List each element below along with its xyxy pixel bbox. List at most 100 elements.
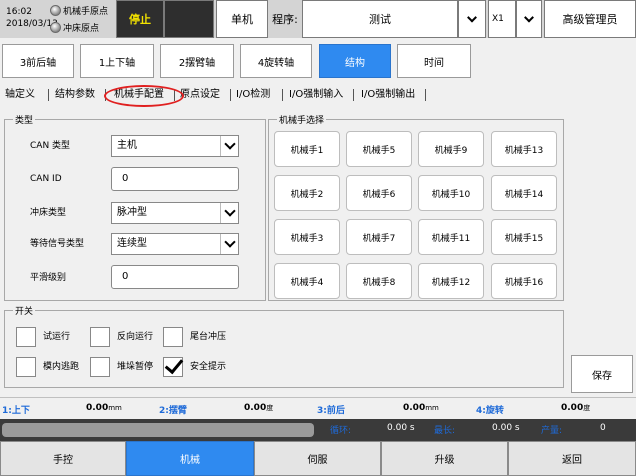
- stack-pause-checkbox[interactable]: [90, 357, 110, 377]
- max-time-label: 最长:: [434, 426, 456, 436]
- sub-tab-bar: 轴定义 结构参数 机械手配置 原点设定 I/O检测 I/O强制输入 I/O强制输…: [0, 84, 636, 106]
- robot-select-button[interactable]: 机械手15: [491, 219, 557, 255]
- robot-select-group-title: 机械手选择: [277, 113, 327, 126]
- subtab-io-force-output[interactable]: I/O强制输出: [361, 87, 415, 103]
- switch-group: 开关: [4, 304, 564, 388]
- chevron-down-icon: [220, 136, 238, 156]
- robot-select-button[interactable]: 机械手14: [491, 175, 557, 211]
- robot-select-button[interactable]: 机械手8: [346, 263, 412, 299]
- in-mold-escape-checkbox[interactable]: [16, 357, 36, 377]
- subtab-io-detect[interactable]: I/O检测: [236, 87, 270, 103]
- robot-select-button[interactable]: 机械手12: [418, 263, 484, 299]
- nav-servo[interactable]: 伺服: [254, 441, 381, 476]
- press-type-select[interactable]: 脉冲型: [111, 202, 239, 224]
- nav-back[interactable]: 返回: [508, 441, 636, 476]
- run-state-badge: 停止: [116, 0, 164, 38]
- robot-select-button[interactable]: 机械手13: [491, 131, 557, 167]
- mode-button[interactable]: 单机: [216, 0, 268, 38]
- clock: 16:02 2018/03/13: [0, 0, 58, 38]
- nav-upgrade[interactable]: 升级: [381, 441, 508, 476]
- type-group-title: 类型: [13, 113, 36, 126]
- safety-prompt-label: 安全提示: [190, 362, 227, 372]
- reverse-run-label: 反向运行: [117, 332, 154, 342]
- coord-axis4-value: 0.00度: [561, 403, 591, 413]
- status-blank-cell: [164, 0, 214, 38]
- stack-pause-label: 堆垛暂停: [117, 362, 154, 372]
- coord-axis2-value: 0.00度: [244, 403, 274, 413]
- subtab-io-force-input[interactable]: I/O强制输入: [289, 87, 343, 103]
- robot-select-button[interactable]: 机械手1: [274, 131, 340, 167]
- press-origin-label: 冲床原点: [63, 24, 100, 34]
- robot-origin-label: 机械手原点: [63, 7, 109, 17]
- press-type-label: 冲床类型: [30, 208, 67, 218]
- save-button[interactable]: 保存: [571, 355, 633, 393]
- subtab-divider: [230, 89, 231, 101]
- wait-signal-type-label: 等待信号类型: [30, 239, 85, 249]
- tail-press-label: 尾台冲压: [190, 332, 227, 342]
- coord-axis2-label: 2:摆臂: [159, 406, 187, 416]
- coord-axis4-label: 4:旋转: [476, 406, 504, 416]
- tab-front-back-axis[interactable]: 3前后轴: [2, 44, 74, 78]
- can-type-label: CAN 类型: [30, 141, 71, 151]
- safety-prompt-checkbox[interactable]: [163, 357, 183, 377]
- nav-machine[interactable]: 机械: [126, 441, 254, 476]
- robot-select-button[interactable]: 机械手4: [274, 263, 340, 299]
- robot-select-button[interactable]: 机械手9: [418, 131, 484, 167]
- reverse-run-checkbox[interactable]: [90, 327, 110, 347]
- subtab-axis-definition[interactable]: 轴定义: [5, 87, 35, 103]
- chevron-down-icon: [467, 12, 477, 23]
- cycle-progress-bar: [2, 423, 314, 437]
- coordinate-bar: 1:上下 0.00mm 2:摆臂 0.00度 3:前后 0.00mm 4:旋转 …: [0, 397, 636, 419]
- clock-date: 2018/03/13: [6, 19, 58, 29]
- robot-select-button[interactable]: 机械手2: [274, 175, 340, 211]
- top-status-bar: 16:02 2018/03/13 机械手原点 冲床原点 停止 单机 程序: 测试…: [0, 0, 636, 38]
- tail-press-checkbox[interactable]: [163, 327, 183, 347]
- robot-select-button[interactable]: 机械手16: [491, 263, 557, 299]
- wait-signal-type-value: 连续型: [117, 238, 147, 249]
- wait-signal-type-select[interactable]: 连续型: [111, 233, 239, 255]
- program-label: 程序:: [272, 13, 298, 26]
- tab-up-down-axis[interactable]: 1上下轴: [80, 44, 154, 78]
- robot-origin-indicator: 机械手原点: [50, 2, 114, 19]
- user-button[interactable]: 高级管理员: [544, 0, 636, 38]
- highlight-circle: [104, 85, 184, 107]
- subtab-divider: [353, 89, 354, 101]
- max-time-value: 0.00 s: [492, 423, 520, 433]
- nav-manual[interactable]: 手控: [0, 441, 126, 476]
- program-select[interactable]: 测试: [302, 0, 458, 38]
- tab-swing-arm-axis[interactable]: 2摆臂轴: [160, 44, 234, 78]
- tab-rotation-axis[interactable]: 4旋转轴: [240, 44, 312, 78]
- can-type-select[interactable]: 主机: [111, 135, 239, 157]
- press-type-value: 脉冲型: [117, 207, 147, 218]
- axis-dropdown-button[interactable]: [516, 0, 542, 38]
- subtab-divider: [48, 89, 49, 101]
- robot-select-button[interactable]: 机械手10: [418, 175, 484, 211]
- trial-run-checkbox[interactable]: [16, 327, 36, 347]
- robot-select-button[interactable]: 机械手11: [418, 219, 484, 255]
- tab-structure[interactable]: 结构: [319, 44, 391, 78]
- robot-select-button[interactable]: 机械手3: [274, 219, 340, 255]
- loop-time-label: 循环:: [330, 426, 352, 436]
- subtab-structure-params[interactable]: 结构参数: [55, 87, 95, 103]
- axis-select[interactable]: X1: [488, 0, 516, 38]
- chevron-down-icon: [524, 12, 534, 23]
- loop-time-value: 0.00 s: [387, 423, 415, 433]
- clock-time: 16:02: [6, 7, 32, 17]
- robot-select-button[interactable]: 机械手5: [346, 131, 412, 167]
- coord-axis1-label: 1:上下: [2, 406, 30, 416]
- output-count-value: 0: [600, 423, 606, 433]
- subtab-origin-setting[interactable]: 原点设定: [180, 87, 220, 103]
- smooth-level-input[interactable]: 0: [111, 265, 239, 289]
- in-mold-escape-label: 模内逃跑: [43, 362, 80, 372]
- robot-select-button[interactable]: 机械手6: [346, 175, 412, 211]
- output-count-label: 产量:: [541, 426, 563, 436]
- chevron-down-icon: [220, 234, 238, 254]
- tab-time[interactable]: 时间: [397, 44, 471, 78]
- coord-axis3-label: 3:前后: [317, 406, 345, 416]
- trial-run-label: 试运行: [43, 332, 71, 342]
- indicator-light-icon: [50, 22, 61, 33]
- robot-select-button[interactable]: 机械手7: [346, 219, 412, 255]
- can-id-input[interactable]: 0: [111, 167, 239, 191]
- program-dropdown-button[interactable]: [458, 0, 486, 38]
- coord-axis1-value: 0.00mm: [86, 403, 122, 413]
